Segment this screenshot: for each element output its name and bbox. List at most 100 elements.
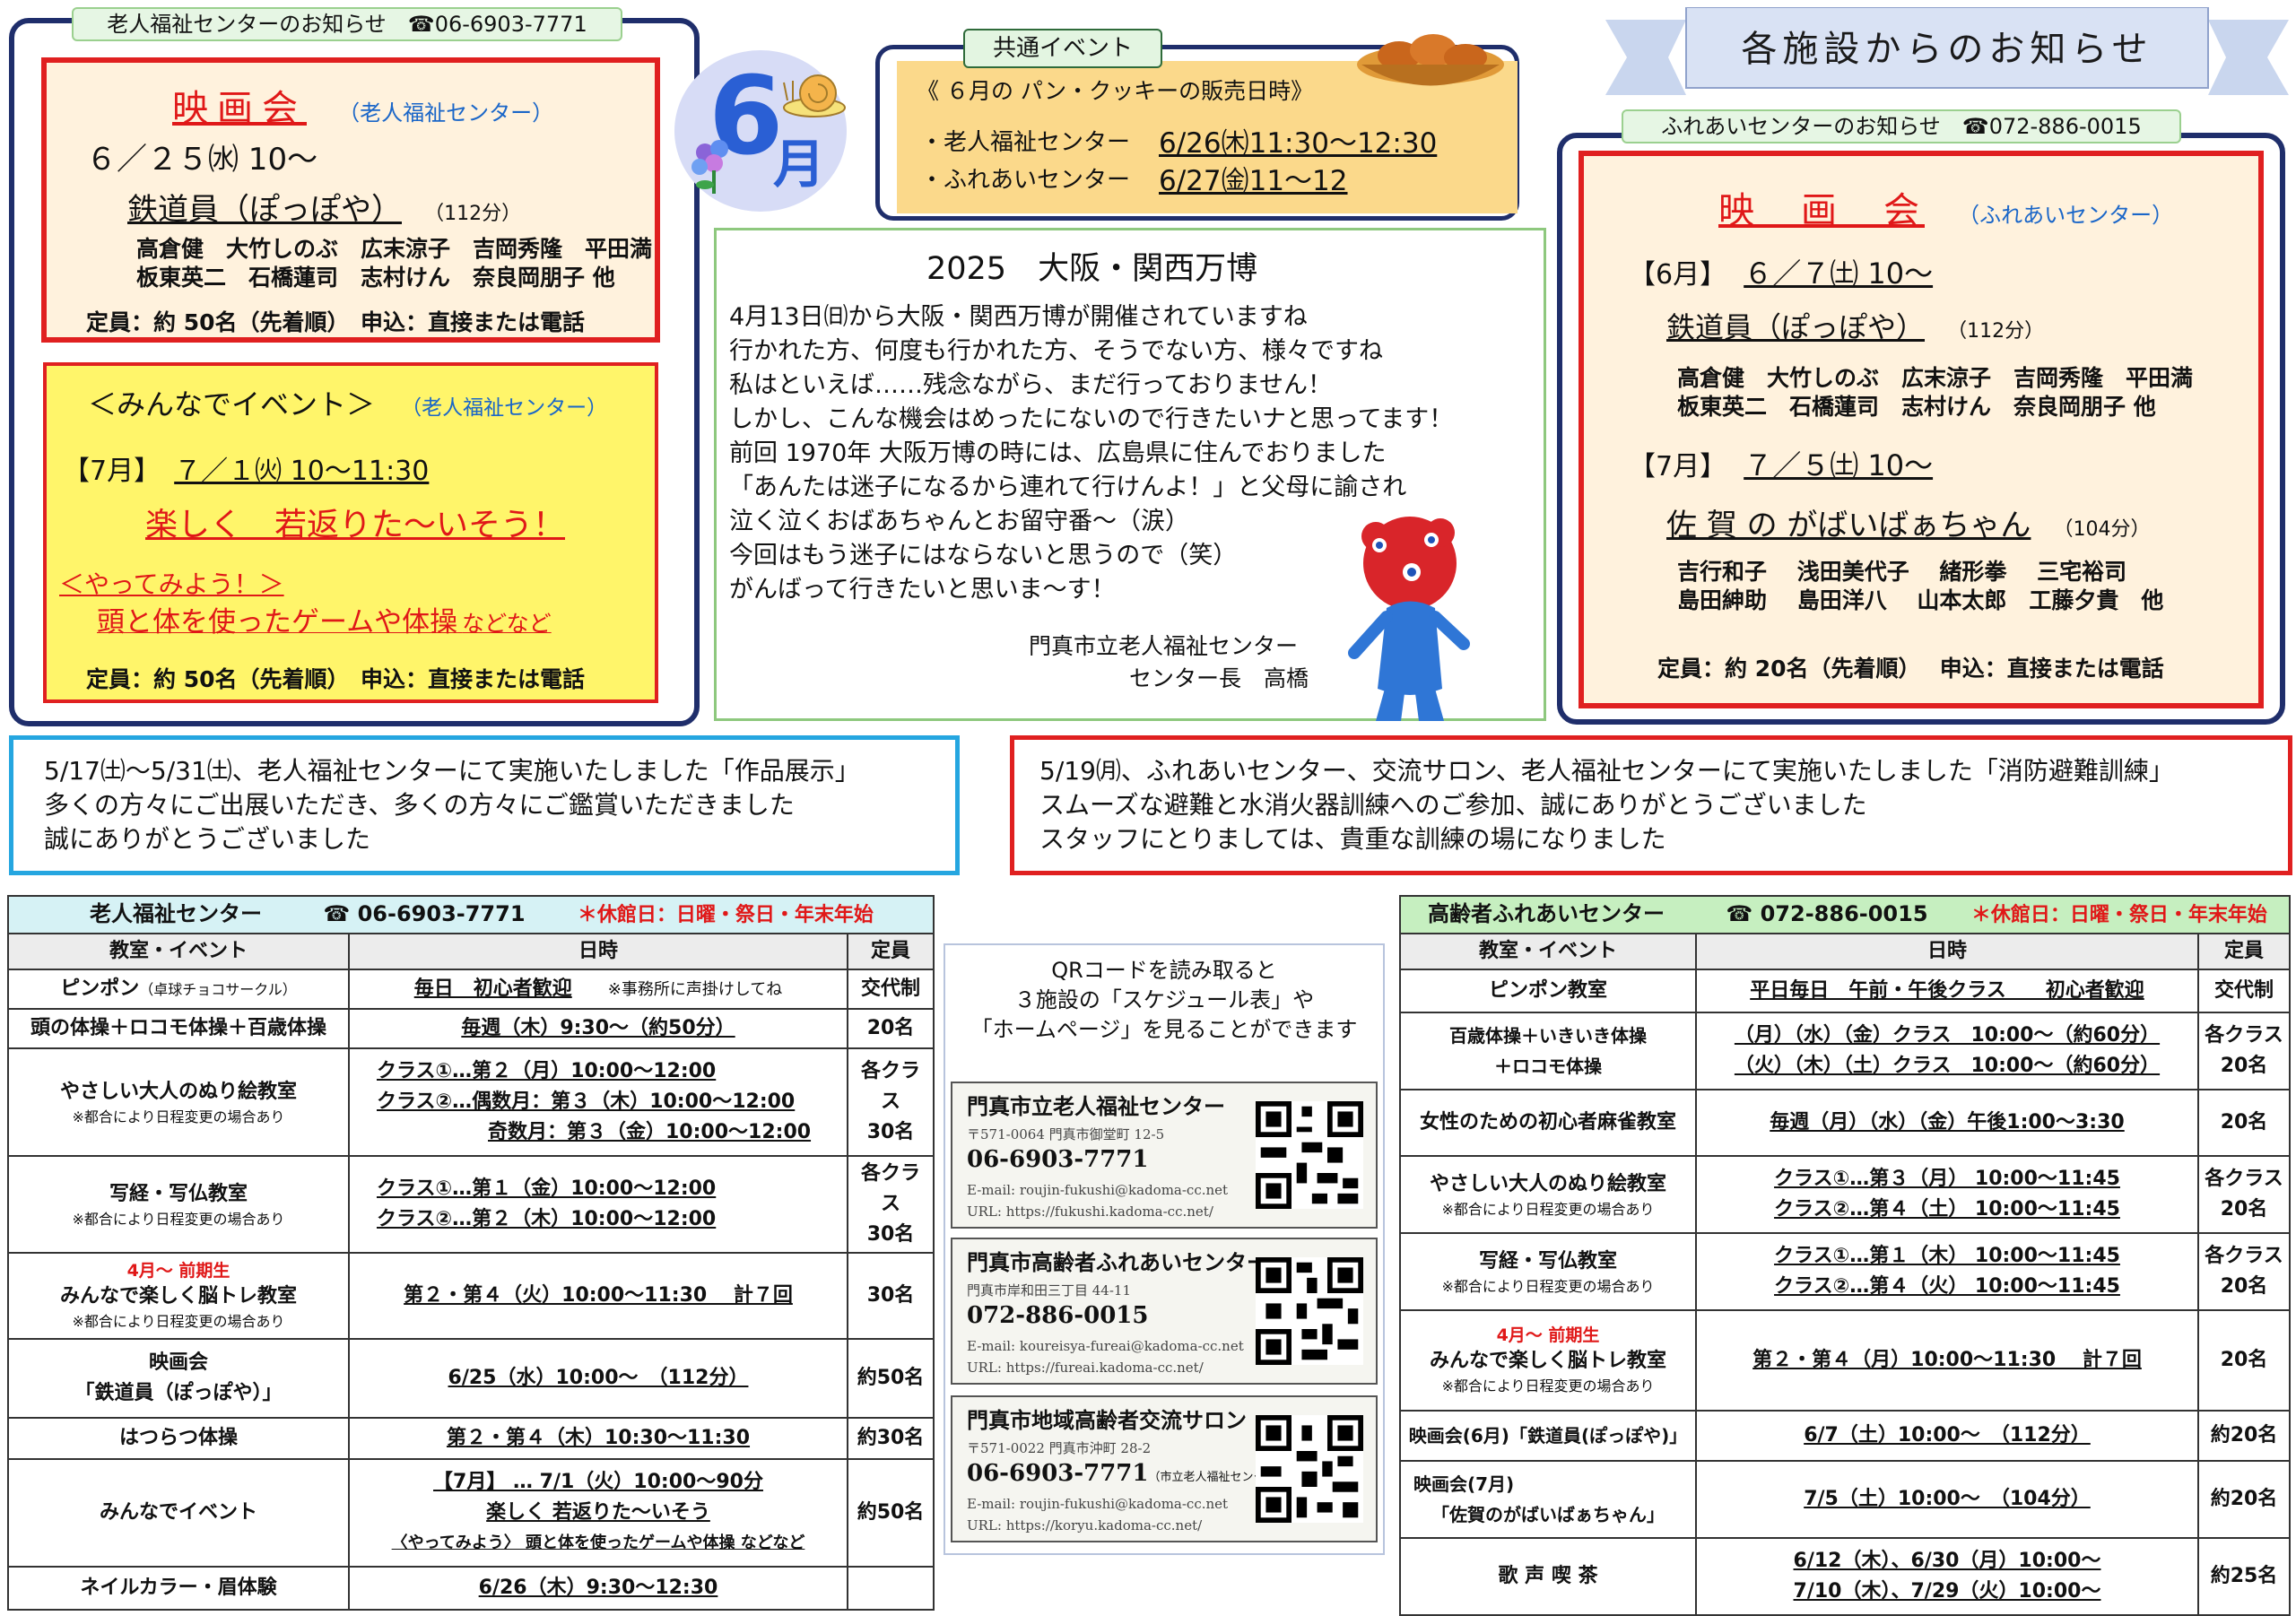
banner-title: 各施設からのお知らせ [1741, 29, 2153, 70]
row-time: クラス①…第１（金）10:00〜12:00 [377, 1177, 717, 1200]
left-event-desc: 頭と体を使ったゲームや体操 [97, 606, 458, 639]
right-movie-org: （ふれあいセンター） [1958, 203, 2174, 228]
qr-card-salon[interactable]: 門真市地域高齢者交流サロン 〒571-0022 門真市沖町 28-2 06-69… [951, 1395, 1378, 1542]
left-event-box: ＜みんなでイベント＞ （老人福祉センター） 【7月】 ７／１㈫ 10〜11:30… [43, 362, 658, 703]
qr-card-name: 門真市立老人福祉センター [967, 1093, 1225, 1119]
row-time: 6/25（水）10:00〜 （112分） [448, 1367, 749, 1389]
row-cap [846, 1566, 935, 1611]
left-event-date: ７／１㈫ 10〜11:30 [174, 456, 430, 487]
qr-code-icon[interactable] [1256, 1101, 1363, 1209]
qr-code-icon[interactable] [1256, 1415, 1363, 1523]
row-pre: 4月〜 前期生 [126, 1261, 230, 1281]
expo-line: 前回 1970年 大阪万博の時には、広島県に住んでおりました [729, 439, 1387, 467]
left-event-capacity: 定員：約 50名（先着順） 申込：直接または電話 [86, 666, 585, 692]
qr-card-url[interactable]: URL: https://fukushi.kadoma-cc.net/ [967, 1203, 1213, 1220]
qr-card-email: E-mail: koureisya-fureai@kadoma-cc.net [967, 1338, 1244, 1354]
row-time: クラス②…第４（火） 10:00〜11:45 [1774, 1275, 2120, 1298]
qr-lead2: ３施設の「スケジュール表」や [1013, 987, 1315, 1012]
right-m2-cast1: 吉行和子 浅田美代子 緒形拳 三宅裕司 [1677, 559, 2127, 585]
qr-code-icon[interactable] [1256, 1257, 1363, 1365]
row-name: 写経・写仏教室 [109, 1183, 248, 1205]
row-name: 写経・写仏教室 [1478, 1250, 1617, 1273]
row-time: 楽しく 若返りた〜いそう [486, 1501, 710, 1524]
qr-card-fureai[interactable]: 門真市高齢者ふれあいセンター 門真市岸和田三丁目 44-11 072-886-0… [951, 1238, 1378, 1385]
report-right-box: 5/19㈪、ふれあいセンター、交流サロン、老人福祉センターにて実施いたしました「… [1010, 735, 2292, 875]
left-event-try: ＜やってみよう！＞ [59, 569, 284, 599]
common-event-row1-value: 6/26㈭11:30〜12:30 [1159, 127, 1438, 160]
right-col-header-time: 日時 [1695, 933, 2199, 970]
left-table-closed: ＊休館日：日曜・祭日・年末年始 [577, 904, 874, 926]
row-time: クラス②…第２（木）10:00〜12:00 [377, 1208, 717, 1230]
expo-sign2: センター長 高橋 [1129, 665, 1309, 691]
qr-card-tel: 072-886-0015 [967, 1302, 1149, 1329]
snail-icon [783, 74, 846, 117]
row-time: 毎週（木）9:30〜（約50分） [461, 1017, 735, 1039]
hydrangea-icon [691, 140, 728, 194]
row-time-note: ※事務所に声掛けしてね [607, 979, 783, 999]
qr-card-url[interactable]: URL: https://fureai.kadoma-cc.net/ [967, 1360, 1204, 1376]
left-table-name: 老人福祉センター [90, 901, 262, 926]
row-cap: 20名 [846, 1008, 935, 1049]
row-time: 毎日 初心者歓迎 [413, 977, 572, 1000]
bread-basket-icon [1357, 34, 1504, 86]
row-time: 7/5（土）10:00〜 （104分） [1804, 1488, 2091, 1510]
row-name: 映画会(7月) [1413, 1473, 1515, 1495]
row-name: 映画会(6月)「鉄道員(ぽっぽや)」 [1399, 1410, 1697, 1462]
right-m1-date: ６／７㈯ 10〜 [1744, 256, 1934, 291]
row-time: （火）（木）（土）クラス 10:00〜（約60分） [1734, 1055, 2161, 1077]
right-table-header: 高齢者ふれあいセンター ☎ 072-886-0015 ＊休館日：日曜・祭日・年末… [1399, 895, 2291, 934]
row-cap: 約50名 [846, 1458, 935, 1568]
left-event-desc-tail: などなど [462, 611, 552, 637]
row-cap: 各クラス [861, 1060, 921, 1113]
right-m1-label: 【6月】 [1629, 259, 1727, 291]
left-event-title: ＜みんなでイベント＞ [88, 387, 376, 421]
row-name: やさしい大人のぬり絵教室 [59, 1081, 297, 1103]
expo-title: 2025 大阪・関西万博 [926, 251, 1258, 287]
right-m1-cast1: 高倉健 大竹しのぶ 広末涼子 吉岡秀隆 平田満 [1677, 365, 2194, 391]
row-time: クラス①…第２（月）10:00〜12:00 [377, 1060, 717, 1082]
row-cap: 20名 [2197, 1309, 2291, 1412]
expo-line: 行かれた方、何度も行かれた方、そうでない方、様々ですね [729, 337, 1383, 365]
left-movie-capacity: 定員：約 50名（先着順） 申込：直接または電話 [86, 309, 585, 335]
row-time: 第２・第４（木）10:30〜11:30 [446, 1427, 751, 1449]
row-time: 第２・第４（月）10:00〜11:30 計７回 [1752, 1349, 2142, 1371]
row-time: 〈やってみよう〉 頭と体を使ったゲームや体操 などなど [391, 1533, 805, 1552]
left-movie-film: 鉄道員（ぽっぽや） [127, 192, 402, 228]
row-cap: 各クラス [2205, 1245, 2283, 1267]
qr-card-name: 門真市地域高齢者交流サロン [967, 1407, 1247, 1433]
row-name: ピンポン教室 [1399, 969, 1697, 1013]
row-name: ネイルカラー・眉体験 [7, 1566, 350, 1611]
row-time: 毎週（月）（水）（金）午後1:00〜3:30 [1770, 1111, 2125, 1134]
right-col-header-cap: 定員 [2197, 933, 2291, 970]
report-left-line: 5/17㈯〜5/31㈯、老人福祉センターにて実施いたしました「作品展示」 [44, 756, 860, 786]
left-table-header: 老人福祉センター ☎ 06-6903-7771 ＊休館日：日曜・祭日・年末年始 [6, 895, 935, 934]
row-name: ピンポン [60, 977, 140, 1000]
row-name: 頭の体操＋ロコモ体操＋百歳体操 [7, 1008, 350, 1049]
row-name: ＋ロコモ体操 [1494, 1056, 1602, 1077]
row-name: みんなで楽しく脳トレ教室 [1429, 1350, 1666, 1372]
qr-card-tel: 06-6903-7771 [967, 1460, 1149, 1487]
right-table-closed: ＊休館日：日曜・祭日・年末年始 [1970, 904, 2267, 926]
left-movie-cast2: 板東英二 石橋蓮司 志村けん 奈良岡朋子 他 [136, 265, 615, 291]
left-movie-box: 映画会 （老人福祉センター） ６／２５㈬ 10〜 鉄道員（ぽっぽや） （112分… [41, 57, 660, 343]
qr-lead3: 「ホームページ」を見ることができます [970, 1017, 1358, 1042]
qr-card-email: E-mail: roujin-fukushi@kadoma-cc.net [967, 1496, 1229, 1512]
left-schedule-table: 老人福祉センター ☎ 06-6903-7771 ＊休館日：日曜・祭日・年末年始 … [6, 895, 935, 1611]
row-cap: 20名 [2220, 1275, 2268, 1298]
right-notice-tab: ふれあいセンターのお知らせ ☎072-886-0015 [1622, 109, 2181, 143]
row-note: ※都合により日程変更の場合あり [1441, 1377, 1655, 1394]
qr-card-roujin[interactable]: 門真市立老人福祉センター 〒571-0064 門真市御堂町 12-5 06-69… [951, 1082, 1378, 1229]
row-cap: 交代制 [2197, 969, 2291, 1013]
row-time: （月）（水）（金）クラス 10:00〜（約60分） [1734, 1024, 2161, 1047]
row-time: 6/12（木）、6/30（月）10:00〜 [1793, 1550, 2101, 1572]
report-right-line: スムーズな避難と水消火器訓練へのご参加、誠にありがとうございました [1039, 790, 1867, 820]
row-cap: 20名 [2220, 1198, 2268, 1221]
row-time: 6/7（土）10:00〜 （112分） [1804, 1424, 2091, 1447]
row-note: ※都合により日程変更の場合あり [72, 1108, 285, 1125]
row-cap: 各クラス [2205, 1168, 2283, 1190]
row-time: クラス①…第３（月） 10:00〜11:45 [1774, 1168, 2120, 1190]
right-movie-box: 映 画 会 （ふれあいセンター） 【6月】 ６／７㈯ 10〜 鉄道員（ぽっぽや）… [1578, 151, 2264, 708]
row-cap: 30名 [866, 1223, 915, 1246]
qr-card-url[interactable]: URL: https://koryu.kadoma-cc.net/ [967, 1517, 1202, 1533]
expo-line: 4月13日㈰から大阪・関西万博が開催されていますね [729, 303, 1308, 331]
